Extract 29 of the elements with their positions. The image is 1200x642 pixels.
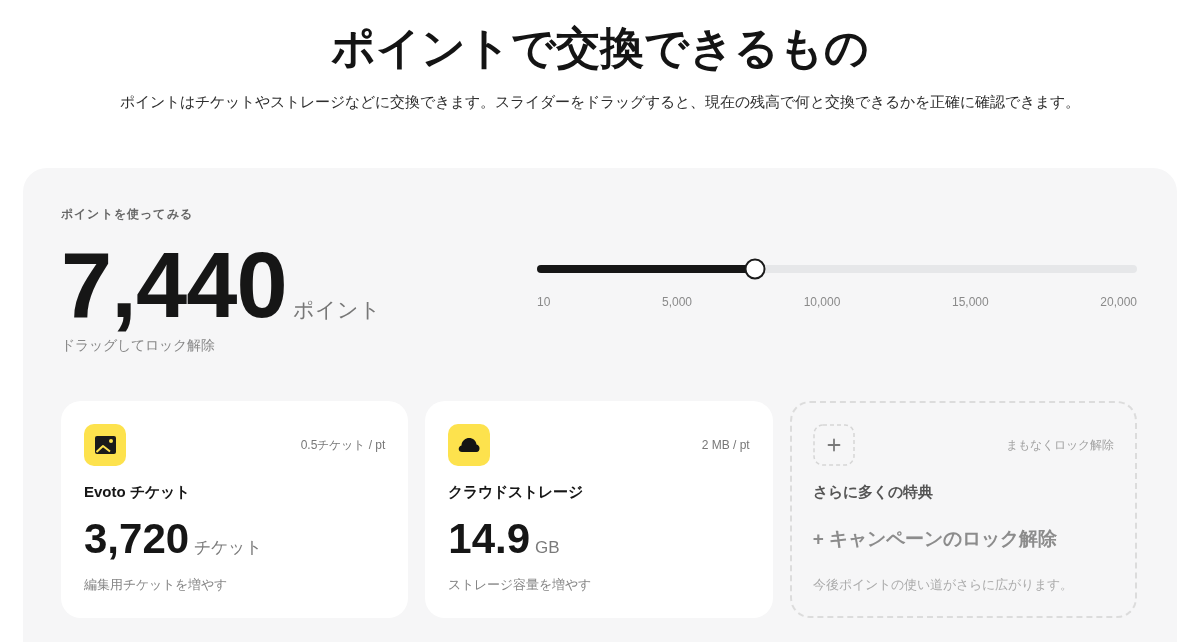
page-title: ポイントで交換できるもの	[331, 22, 869, 74]
reward-description: 今後ポイントの使い道がさらに広がります。	[812, 576, 1073, 594]
reward-description: 編集用チケットを増やす	[84, 576, 227, 594]
reward-unit: チケット	[194, 539, 263, 556]
reward-description: ストレージ容量を増やす	[448, 576, 592, 594]
slider-tick-label: 10	[537, 294, 551, 310]
reward-title: Evoto チケット	[84, 482, 190, 502]
unlock-status: まもなくロック解除	[1006, 437, 1114, 453]
section-label: ポイントを使ってみる	[61, 206, 193, 223]
reward-amount: 14.9	[448, 518, 531, 560]
slider-tick-label: 5,000	[662, 294, 692, 310]
slider-thumb[interactable]	[744, 258, 766, 280]
reward-title: さらに多くの特典	[812, 482, 933, 502]
slider-tick-label: 15,000	[951, 294, 989, 310]
cloud-icon	[448, 424, 491, 466]
slider-tick-label: 20,000	[1100, 294, 1137, 310]
slider-hint: ドラッグしてロック解除	[61, 337, 215, 355]
page-description: ポイントはチケットやストレージなどに交換できます。スライダーをドラッグすると、現在の残高で何と交換できるかを正確に確認できます。	[120, 92, 1080, 112]
campaign-unlock-text: + キャンペーンのロック解除	[812, 527, 1058, 551]
reward-title: クラウドストレージ	[448, 482, 584, 502]
rate-text: 2 MB / pt	[701, 437, 750, 453]
points-unit: ポイント	[292, 299, 381, 320]
rate-text: 0.5チケット / pt	[300, 437, 386, 453]
reward-unit: GB	[535, 539, 560, 556]
points-value: 7,440	[61, 239, 287, 331]
reward-amount: 3,720	[84, 518, 190, 560]
image-icon	[84, 424, 126, 466]
slider-tick-label: 10,000	[803, 294, 841, 310]
plus-icon	[812, 424, 855, 466]
